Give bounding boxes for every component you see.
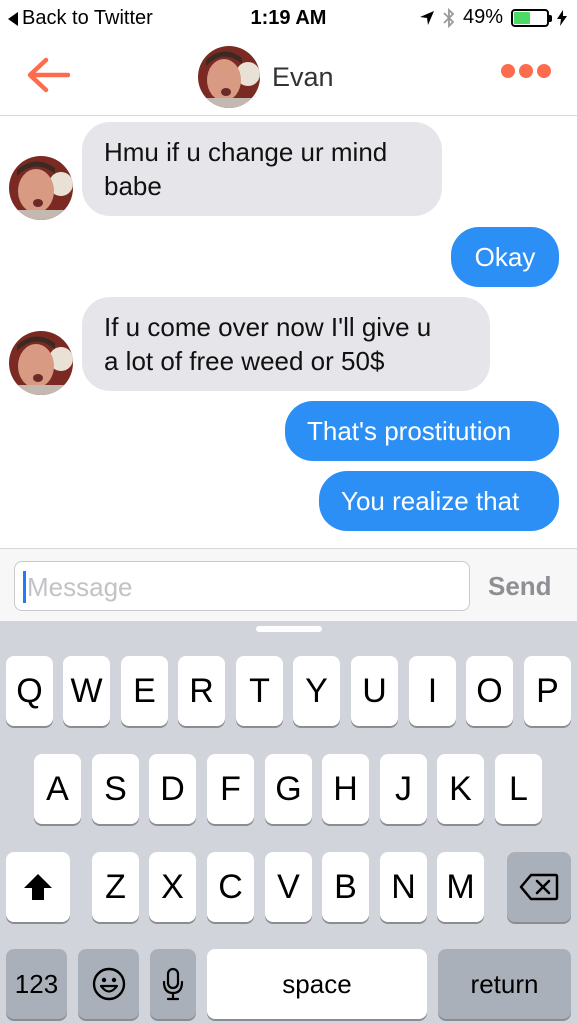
message-line: babe xyxy=(104,171,162,201)
composer-bar: Message Send xyxy=(0,548,577,621)
key-m[interactable]: M xyxy=(437,852,484,922)
key-v[interactable]: V xyxy=(265,852,312,922)
key-d[interactable]: D xyxy=(149,754,196,824)
outgoing-message[interactable]: You realize that xyxy=(319,471,559,531)
key-t[interactable]: T xyxy=(236,656,283,726)
key-k[interactable]: K xyxy=(437,754,484,824)
contact-name: Evan xyxy=(272,61,334,92)
key-n[interactable]: N xyxy=(380,852,427,922)
backspace-icon xyxy=(519,873,559,901)
outgoing-message[interactable]: Okay xyxy=(451,227,559,287)
key-i[interactable]: I xyxy=(409,656,456,726)
send-button[interactable]: Send xyxy=(488,571,552,602)
key-j[interactable]: J xyxy=(380,754,427,824)
key-r[interactable]: R xyxy=(178,656,225,726)
message-thread[interactable]: Hmu if u change ur mind babe Okay If u c… xyxy=(0,117,577,547)
status-indicators: 49% xyxy=(419,6,567,29)
chat-header: Evan xyxy=(0,38,577,116)
dictation-key[interactable] xyxy=(150,949,196,1019)
outgoing-message[interactable]: That's prostitution xyxy=(285,401,559,461)
message-line: If u come over now I'll give u xyxy=(104,312,432,342)
incoming-message[interactable]: Hmu if u change ur mind babe xyxy=(82,122,442,216)
emoji-smiley-icon xyxy=(92,967,125,1001)
shift-key[interactable] xyxy=(6,852,70,922)
keyboard-handle[interactable] xyxy=(256,626,322,632)
key-h[interactable]: H xyxy=(322,754,369,824)
message-placeholder: Message xyxy=(27,572,133,602)
battery-icon xyxy=(511,8,552,27)
battery-fill xyxy=(514,11,530,24)
dot xyxy=(501,64,515,78)
contact-info[interactable]: Evan xyxy=(198,46,334,108)
status-bar: Back to Twitter 1:19 AM 49% xyxy=(0,0,577,38)
numbers-key[interactable]: 123 xyxy=(6,949,67,1019)
emoji-key[interactable] xyxy=(78,949,139,1019)
incoming-message[interactable]: If u come over now I'll give u a lot of … xyxy=(82,297,490,391)
space-key[interactable]: space xyxy=(207,949,427,1019)
key-l[interactable]: L xyxy=(495,754,542,824)
message-line: Okay xyxy=(474,242,536,272)
key-f[interactable]: F xyxy=(207,754,254,824)
message-line: a lot of free weed or 50$ xyxy=(104,346,385,376)
sender-avatar[interactable] xyxy=(9,331,73,395)
return-key[interactable]: return xyxy=(438,949,571,1019)
shift-arrow-icon xyxy=(24,874,52,900)
delete-key[interactable] xyxy=(507,852,571,922)
message-line: You realize that xyxy=(341,486,520,516)
key-b[interactable]: B xyxy=(322,852,369,922)
message-input[interactable]: Message xyxy=(14,561,470,611)
key-u[interactable]: U xyxy=(351,656,398,726)
keyboard: Q W E R T Y U I O P A S D F G H J K L Z … xyxy=(0,621,577,1024)
sender-avatar[interactable] xyxy=(9,156,73,220)
back-arrow-icon[interactable] xyxy=(26,56,70,94)
key-o[interactable]: O xyxy=(466,656,513,726)
location-arrow-icon xyxy=(419,10,434,25)
dot xyxy=(537,64,551,78)
key-z[interactable]: Z xyxy=(92,852,139,922)
key-e[interactable]: E xyxy=(121,656,168,726)
key-q[interactable]: Q xyxy=(6,656,53,726)
text-caret xyxy=(23,571,26,603)
key-x[interactable]: X xyxy=(149,852,196,922)
avatar[interactable] xyxy=(198,46,260,108)
message-line: Hmu if u change ur mind xyxy=(104,137,388,167)
charging-bolt-icon xyxy=(557,9,567,26)
key-g[interactable]: G xyxy=(265,754,312,824)
message-line: That's prostitution xyxy=(307,416,512,446)
key-p[interactable]: P xyxy=(524,656,571,726)
key-c[interactable]: C xyxy=(207,852,254,922)
microphone-icon xyxy=(162,967,184,1001)
key-w[interactable]: W xyxy=(63,656,110,726)
key-s[interactable]: S xyxy=(92,754,139,824)
dot xyxy=(519,64,533,78)
key-y[interactable]: Y xyxy=(293,656,340,726)
key-a[interactable]: A xyxy=(34,754,81,824)
bluetooth-icon xyxy=(443,7,455,28)
battery-percentage: 49% xyxy=(462,6,503,28)
more-options-icon[interactable] xyxy=(501,64,551,78)
